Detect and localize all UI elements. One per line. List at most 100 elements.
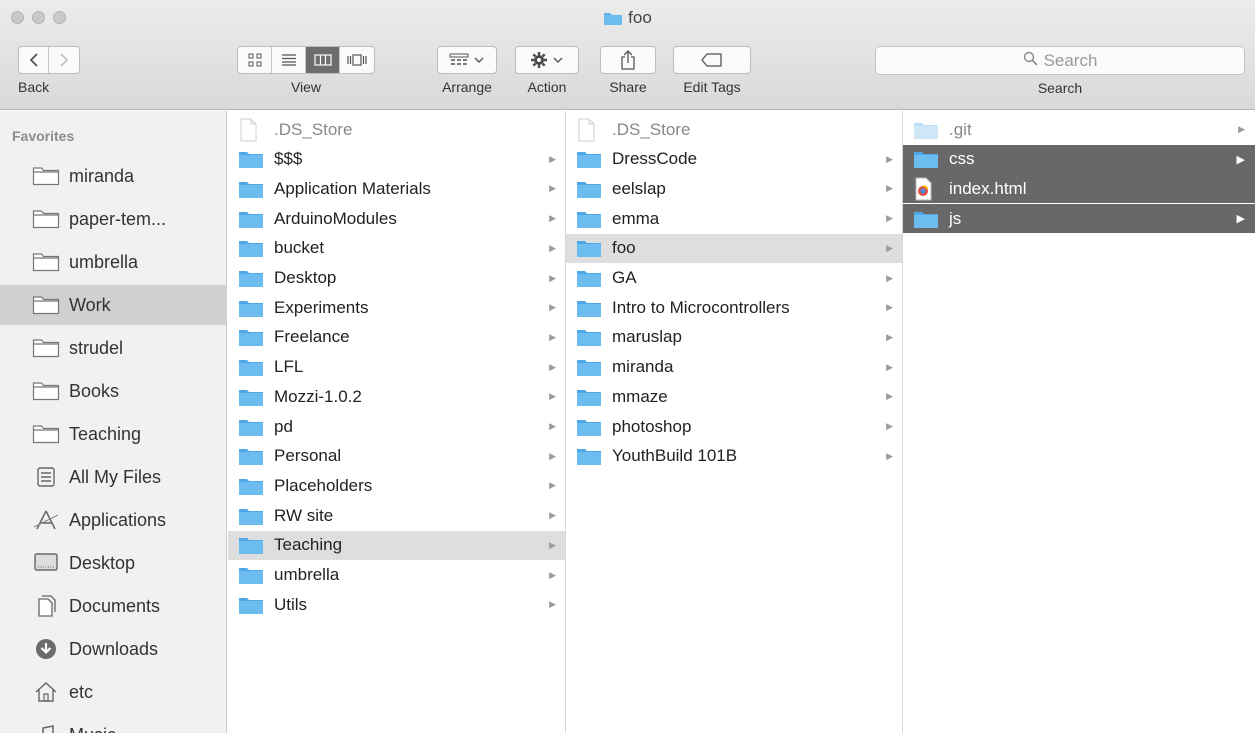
sidebar-item[interactable]: Teaching [0, 414, 226, 454]
folder-row[interactable]: ArduinoModules ▶ [228, 204, 565, 233]
browser-column-1[interactable]: .DS_Store $$$ ▶ Application Materials ▶ Ardui… [228, 111, 566, 733]
forward-button[interactable] [49, 47, 79, 73]
share-caption: Share [609, 79, 647, 95]
back-forward-control [18, 46, 80, 74]
search-icon [1023, 51, 1038, 71]
disclosure-arrow-icon: ▶ [1238, 124, 1245, 134]
file-row[interactable]: index.html [903, 174, 1255, 204]
list-view-button[interactable] [272, 47, 306, 73]
desktop-icon [32, 552, 60, 574]
item-label: Utils [274, 594, 308, 614]
sidebar-item-label: umbrella [69, 251, 139, 272]
folder-row[interactable]: GA ▶ [566, 264, 902, 293]
folder-row[interactable]: pd ▶ [228, 412, 565, 441]
folder-row[interactable]: Teaching ▶ [228, 530, 565, 560]
item-label: YouthBuild 101B [612, 446, 738, 466]
folder-icon [32, 208, 60, 230]
arrange-caption: Arrange [442, 79, 492, 95]
folder-row[interactable]: Mozzi-1.0.2 ▶ [228, 382, 565, 411]
item-label: GA [612, 268, 637, 287]
folder-row[interactable]: Placeholders ▶ [228, 471, 565, 500]
sidebar-item[interactable]: Work [0, 285, 226, 325]
disclosure-arrow-icon: ▶ [886, 421, 893, 431]
folder-row[interactable]: LFL ▶ [228, 353, 565, 382]
search-input[interactable]: Search [875, 46, 1245, 75]
action-button[interactable] [516, 47, 578, 73]
folder-row[interactable]: js ▶ [903, 204, 1255, 234]
chevron-right-icon [60, 53, 69, 67]
sidebar-item[interactable]: paper-tem... [0, 199, 226, 239]
icon-view-button[interactable] [238, 47, 272, 73]
folder-row[interactable]: Desktop ▶ [228, 264, 565, 293]
folder-row[interactable]: RW site ▶ [228, 501, 565, 530]
folder-row[interactable]: .git ▶ [903, 115, 1255, 144]
sidebar-item[interactable]: Books [0, 371, 226, 411]
folder-row[interactable]: Freelance ▶ [228, 323, 565, 352]
item-label: Experiments [274, 297, 369, 317]
folder-row[interactable]: css ▶ [903, 144, 1255, 174]
folder-row[interactable]: Personal ▶ [228, 442, 565, 471]
sidebar-item[interactable]: Documents [0, 586, 226, 626]
sidebar-item[interactable]: strudel [0, 328, 226, 368]
sidebar-item[interactable]: Applications [0, 500, 226, 540]
sidebar-item-label: strudel [69, 337, 124, 358]
folder-row[interactable]: Utils ▶ [228, 590, 565, 619]
folder-icon [913, 209, 939, 229]
sidebar-item[interactable]: Downloads [0, 629, 226, 669]
document-icon [576, 118, 602, 142]
sidebar-item-label: Documents [69, 595, 161, 616]
sidebar-item[interactable]: etc [0, 672, 226, 712]
disclosure-arrow-icon: ▶ [549, 272, 556, 283]
edit-tags-button[interactable] [674, 47, 750, 73]
file-row[interactable]: .DS_Store [228, 115, 565, 144]
sidebar-item-label: Work [69, 294, 111, 315]
folder-icon [576, 149, 602, 169]
view-caption: View [290, 79, 322, 95]
disclosure-arrow-icon: ▶ [1236, 153, 1245, 166]
browser-column-3[interactable]: .git ▶ css ▶ index.html js ▶ [903, 111, 1255, 733]
arrange-button[interactable] [438, 47, 496, 73]
folder-row[interactable]: bucket ▶ [228, 234, 565, 263]
sidebar-item[interactable]: umbrella [0, 242, 226, 282]
file-row[interactable]: .DS_Store [566, 115, 902, 144]
folder-icon [576, 387, 602, 407]
folder-row[interactable]: YouthBuild 101B ▶ [566, 442, 902, 471]
folder-row[interactable]: photoshop ▶ [566, 412, 902, 441]
disclosure-arrow-icon: ▶ [886, 331, 893, 342]
folder-row[interactable]: DressCode ▶ [566, 145, 902, 174]
folder-row[interactable]: Intro to Microcontrollers ▶ [566, 293, 902, 322]
folder-icon [238, 476, 264, 496]
disclosure-arrow-icon: ▶ [1236, 213, 1245, 226]
finder-toolbar: foo Back View Arrange Action Share Edit … [0, 0, 1255, 110]
folder-icon [576, 268, 602, 288]
sidebar-item[interactable]: Music [0, 715, 226, 733]
arrange-grid-icon [449, 53, 469, 65]
folder-row[interactable]: $$$ ▶ [228, 145, 565, 174]
folder-row[interactable]: Application Materials ▶ [228, 174, 565, 203]
folder-row[interactable]: Experiments ▶ [228, 293, 565, 322]
folder-row[interactable]: emma ▶ [566, 204, 902, 233]
documents-icon [32, 595, 60, 617]
sidebar-item-label: Desktop [69, 552, 136, 573]
folder-row[interactable]: eelslap ▶ [566, 174, 902, 203]
folder-row[interactable]: umbrella ▶ [228, 561, 565, 590]
folder-row[interactable]: foo ▶ [566, 233, 902, 263]
edit-tags-caption: Edit Tags [683, 79, 741, 95]
column-view-button[interactable] [306, 47, 340, 73]
cover-flow-button[interactable] [340, 47, 374, 73]
item-label: $$$ [274, 149, 303, 169]
sidebar-item[interactable]: miranda [0, 156, 226, 196]
share-button[interactable] [601, 47, 655, 73]
disclosure-arrow-icon: ▶ [886, 361, 893, 372]
folder-row[interactable]: miranda ▶ [566, 353, 902, 382]
folder-row[interactable]: maruslap ▶ [566, 323, 902, 352]
folder-row[interactable]: mmaze ▶ [566, 382, 902, 411]
sidebar-item[interactable]: All My Files [0, 457, 226, 497]
sidebar-item[interactable]: Desktop [0, 543, 226, 583]
disclosure-arrow-icon: ▶ [886, 153, 893, 164]
back-button[interactable] [19, 47, 49, 73]
column-view-icon [313, 54, 332, 66]
browser-column-2[interactable]: .DS_Store DressCode ▶ eelslap ▶ emma ▶ foo ▶ GA ▶ I… [566, 111, 903, 733]
search-group: Search Search [875, 46, 1245, 96]
item-label: .DS_Store [274, 119, 353, 139]
